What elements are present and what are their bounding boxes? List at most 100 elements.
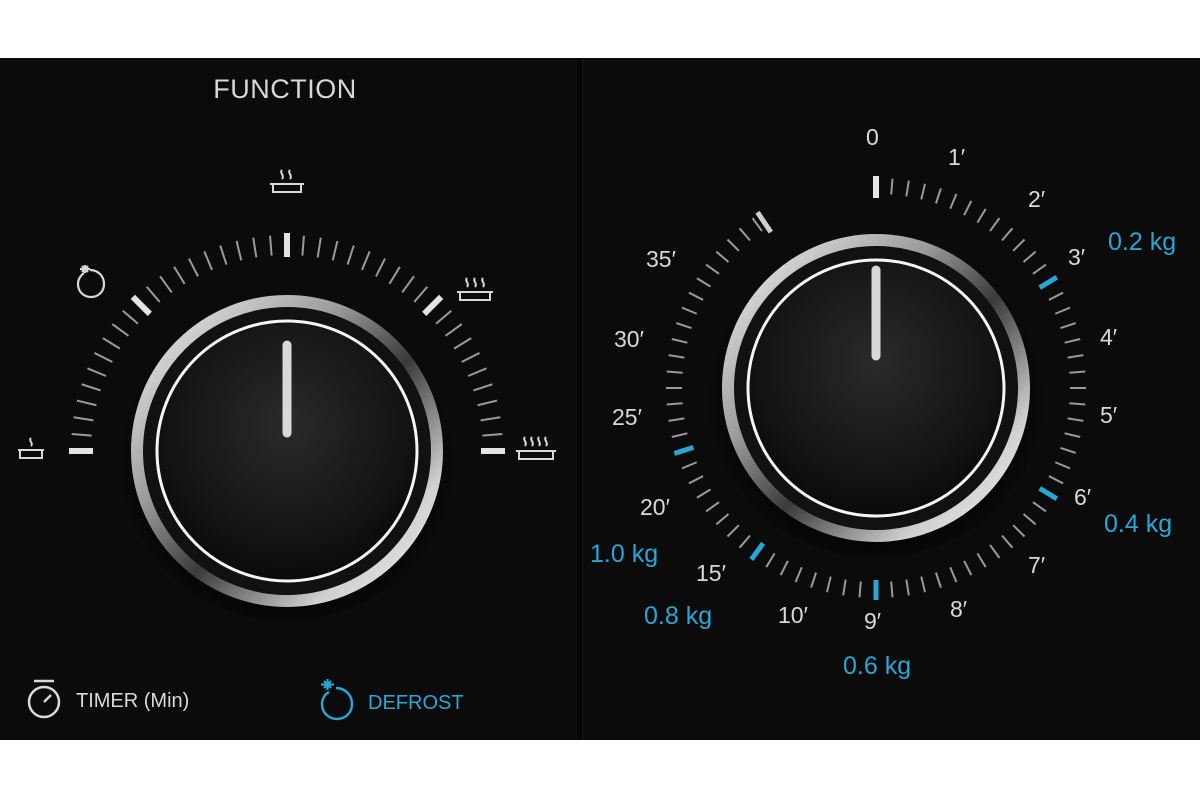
function-major-tick bbox=[422, 294, 444, 316]
function-tick bbox=[173, 266, 186, 285]
timer-tick bbox=[1069, 402, 1086, 406]
timer-tick bbox=[1001, 227, 1014, 242]
timer-tick bbox=[963, 200, 973, 216]
timer-tick bbox=[675, 322, 692, 330]
function-tick bbox=[188, 258, 199, 277]
timer-tick bbox=[726, 524, 740, 538]
timer-mark-6: 6′ bbox=[1074, 484, 1092, 510]
timer-mark-25: 25′ bbox=[612, 404, 642, 430]
timer-tick bbox=[1060, 446, 1077, 454]
timer-end-tick bbox=[755, 210, 773, 234]
timer-tick bbox=[890, 178, 894, 195]
function-dial bbox=[69, 233, 505, 621]
timer-weight-tick bbox=[1038, 275, 1059, 290]
timer-dial-ticks bbox=[666, 176, 1086, 600]
control-panel: FUNCTION 0 1′ 2′ 3′ 4′ 5′ 6′ 7′ 8′ 9′ 10… bbox=[0, 58, 1200, 740]
timer-tick bbox=[1048, 291, 1064, 301]
timer-tick bbox=[794, 566, 803, 583]
timer-tick bbox=[671, 432, 688, 438]
weight-label-0-8kg: 0.8 kg bbox=[644, 602, 713, 630]
timer-tick bbox=[1054, 306, 1071, 315]
timer-tick bbox=[1012, 238, 1026, 252]
timer-tick bbox=[1022, 250, 1037, 263]
function-tick bbox=[482, 433, 503, 437]
timer-legend-label: TIMER (Min) bbox=[76, 690, 190, 712]
function-tick bbox=[361, 251, 371, 271]
timer-tick bbox=[688, 475, 704, 485]
timer-tick bbox=[1067, 354, 1084, 359]
timer-tick bbox=[949, 193, 958, 210]
timer-knob-bezel[interactable] bbox=[722, 234, 1030, 542]
timer-tick bbox=[668, 417, 685, 422]
timer-tick bbox=[1064, 432, 1081, 438]
timer-tick bbox=[890, 581, 894, 598]
function-tick bbox=[73, 416, 94, 422]
timer-tick bbox=[1032, 263, 1047, 275]
timer-mark-35: 35′ bbox=[646, 246, 676, 272]
timer-tick bbox=[765, 552, 776, 568]
function-tick bbox=[346, 245, 355, 265]
timer-mark-9: 9′ bbox=[864, 608, 882, 634]
timer-tick bbox=[1069, 370, 1086, 374]
timer-knob[interactable] bbox=[746, 258, 1006, 518]
timer-tick bbox=[934, 187, 942, 204]
function-tick bbox=[477, 399, 498, 407]
timer-tick bbox=[751, 217, 763, 232]
function-tick bbox=[467, 367, 487, 377]
defrost-legend-label: DEFROST bbox=[368, 692, 464, 714]
timer-tick bbox=[779, 560, 789, 576]
timer-weight-tick bbox=[673, 444, 695, 456]
defrost-legend-icon bbox=[320, 679, 354, 721]
function-tick bbox=[219, 245, 228, 265]
timer-mark-20: 20′ bbox=[640, 494, 670, 520]
timer-tick bbox=[688, 291, 704, 301]
function-tick bbox=[252, 237, 258, 258]
function-tick bbox=[145, 286, 161, 303]
timer-tick bbox=[696, 277, 712, 288]
timer-tick bbox=[666, 370, 683, 374]
timer-tick bbox=[905, 180, 910, 197]
timer-tick bbox=[920, 183, 926, 200]
timer-tick bbox=[671, 338, 688, 344]
function-tick bbox=[473, 383, 493, 392]
timer-tick bbox=[842, 579, 847, 596]
function-tick bbox=[301, 235, 305, 256]
timer-tick bbox=[1064, 338, 1081, 344]
function-tick bbox=[375, 258, 386, 277]
function-tick bbox=[81, 383, 101, 392]
timer-tick bbox=[705, 263, 720, 275]
timer-tick bbox=[715, 250, 730, 263]
timer-mark-7: 7′ bbox=[1028, 552, 1046, 578]
function-tick bbox=[480, 416, 501, 422]
weight-label-0-2kg: 0.2 kg bbox=[1108, 228, 1177, 256]
function-tick bbox=[94, 352, 113, 363]
function-tick bbox=[203, 251, 213, 271]
function-tick bbox=[413, 286, 429, 303]
timer-tick bbox=[715, 513, 730, 526]
timer-tick bbox=[705, 501, 720, 513]
timer-tick bbox=[1054, 461, 1071, 470]
timer-tick bbox=[1012, 524, 1026, 538]
function-tick bbox=[111, 323, 130, 337]
stopwatch-icon bbox=[27, 679, 61, 719]
timer-tick bbox=[920, 576, 926, 593]
timer-tick bbox=[681, 461, 698, 470]
timer-mark-5: 5′ bbox=[1100, 402, 1118, 428]
function-tick bbox=[435, 309, 452, 325]
function-tick bbox=[71, 433, 92, 437]
timer-tick bbox=[696, 488, 712, 499]
timer-tick bbox=[666, 402, 683, 406]
timer-tick bbox=[681, 306, 698, 315]
function-tick bbox=[401, 275, 415, 294]
function-tick bbox=[453, 337, 472, 350]
function-tick bbox=[159, 275, 173, 294]
timer-tick bbox=[949, 566, 958, 583]
timer-tick bbox=[934, 572, 942, 589]
timer-tick bbox=[976, 208, 987, 224]
function-major-tick bbox=[130, 294, 152, 316]
function-tick bbox=[235, 240, 243, 261]
timer-tick bbox=[738, 227, 751, 242]
timer-tick bbox=[668, 354, 685, 359]
timer-tick bbox=[989, 217, 1001, 232]
timer-mark-3: 3′ bbox=[1068, 244, 1086, 270]
